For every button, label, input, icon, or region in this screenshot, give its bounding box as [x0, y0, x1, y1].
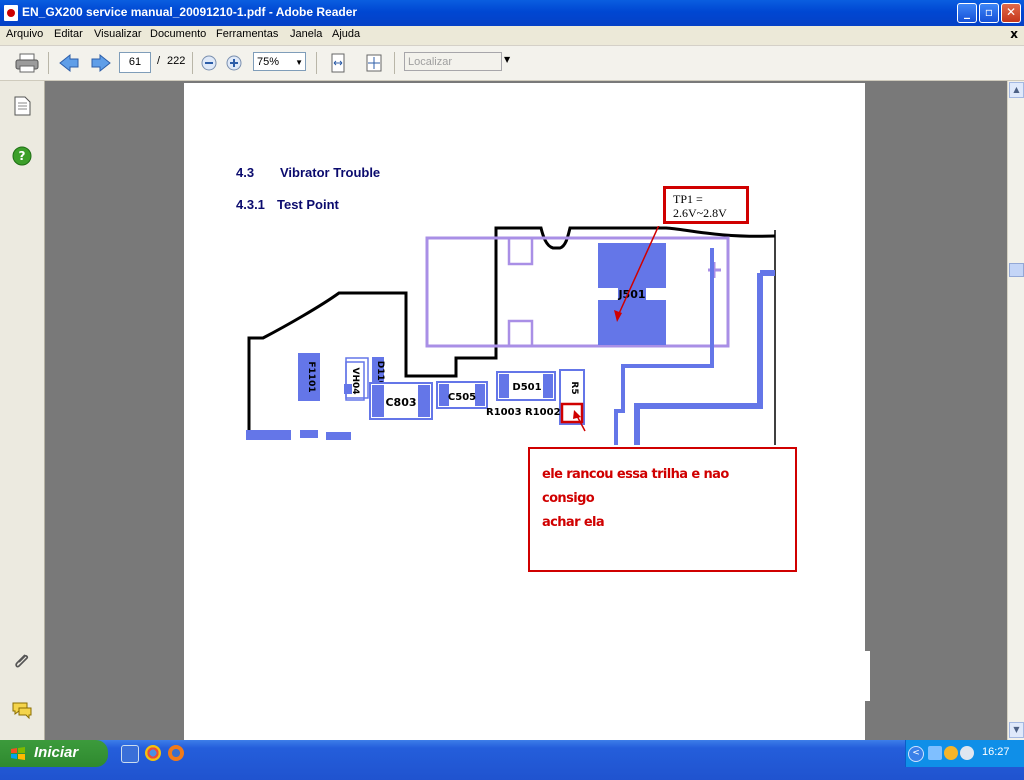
attachments-icon[interactable] — [11, 650, 33, 672]
pcb-label-c803: C803 — [385, 396, 416, 409]
volume-icon[interactable] — [960, 746, 974, 760]
section-number: 4.3 — [236, 165, 255, 180]
toolbar-separator — [316, 52, 317, 74]
menu-documento[interactable]: Documento — [150, 28, 206, 40]
section-title: Vibrator Trouble — [280, 165, 381, 180]
zoom-value: 75% — [257, 56, 280, 68]
navigation-panel: ? — [0, 81, 45, 740]
fit-width-icon[interactable] — [328, 53, 348, 73]
pcb-label-j501: J501 — [617, 288, 645, 301]
document-close-button[interactable]: x — [1010, 27, 1018, 41]
chevron-down-icon: ▼ — [295, 58, 303, 67]
start-button[interactable]: Iniciar — [0, 740, 108, 767]
scroll-down-button[interactable]: ▼ — [1009, 722, 1024, 738]
toolbar: 61 / 222 75% ▼ Localizar ▼ — [0, 46, 1024, 81]
test-point-name: TP1 = — [673, 192, 703, 206]
menu-editar[interactable]: Editar — [54, 28, 83, 40]
print-icon[interactable] — [14, 53, 40, 73]
total-pages: 222 — [167, 55, 186, 67]
test-point-label: TP1 = 2.6V~2.8V — [663, 186, 749, 224]
menu-ferramentas[interactable]: Ferramentas — [216, 28, 278, 40]
menu-bar: Arquivo Editar Visualizar Documento Ferr… — [0, 26, 1024, 46]
pcb-label-r5: R5 — [569, 381, 579, 394]
toolbar-separator — [48, 52, 49, 74]
chevron-left-icon[interactable]: < — [908, 746, 924, 762]
toolbar-separator — [394, 52, 395, 74]
annotation-note[interactable]: ele rancou essa trilha e nao consigo ach… — [528, 447, 797, 572]
zoom-in-icon[interactable] — [225, 53, 243, 73]
firefox-icon[interactable] — [168, 745, 184, 761]
chrome-icon[interactable] — [145, 745, 161, 761]
section-heading: 4.3 Vibrator Trouble — [236, 165, 380, 180]
close-button[interactable]: ✕ — [1001, 3, 1021, 23]
pcb-label-r1003: R1003 — [486, 407, 522, 418]
previous-page-icon[interactable] — [58, 53, 80, 73]
zoom-level-select[interactable]: 75% ▼ — [253, 52, 306, 71]
toolbar-separator — [192, 52, 193, 74]
search-input[interactable]: Localizar — [404, 52, 502, 71]
maximize-button[interactable]: ▫ — [979, 3, 999, 23]
system-clock: 16:27 — [982, 746, 1010, 758]
page-number-input[interactable]: 61 — [119, 52, 151, 73]
annotation-line-2: achar ela — [542, 515, 605, 530]
menu-arquivo[interactable]: Arquivo — [6, 28, 43, 40]
subsection-number: 4.3.1 — [236, 197, 265, 212]
test-point-voltage: 2.6V~2.8V — [673, 206, 727, 220]
zoom-out-icon[interactable] — [200, 53, 218, 73]
show-desktop-icon[interactable] — [121, 745, 139, 763]
subsection-title: Test Point — [277, 197, 339, 212]
vertical-scrollbar[interactable]: ▲ ▼ — [1007, 81, 1024, 740]
pages-icon[interactable] — [11, 95, 33, 117]
pdf-page: 4.3 Vibrator Trouble 4.3.1 Test Point J501… — [184, 83, 865, 780]
pcb-label-r1002: R1002 — [525, 407, 561, 418]
pcb-diagram: J501 F1101 VH04 D1102 C803 C505 D501 R5 … — [246, 226, 776, 445]
scrollbar-thumb[interactable] — [1009, 263, 1024, 277]
help-icon[interactable]: ? — [11, 145, 33, 167]
pcb-label-d501: D501 — [512, 382, 541, 393]
page-separator: / — [157, 55, 161, 67]
start-label: Iniciar — [34, 744, 79, 761]
window-title: EN_GX200 service manual_20091210-1.pdf -… — [22, 5, 358, 19]
pdf-app-icon — [4, 5, 18, 21]
menu-visualizar[interactable]: Visualizar — [94, 28, 142, 40]
fit-page-icon[interactable] — [364, 53, 384, 73]
annotation-line-1: ele rancou essa trilha e nao consigo — [542, 467, 729, 506]
pcb-label-f1101: F1101 — [306, 361, 316, 392]
subsection-heading: 4.3.1 Test Point — [236, 197, 339, 212]
update-icon[interactable] — [944, 746, 958, 760]
menu-janela[interactable]: Janela — [290, 28, 322, 40]
title-bar: EN_GX200 service manual_20091210-1.pdf -… — [0, 0, 1024, 26]
svg-text:?: ? — [19, 149, 26, 163]
minimize-button[interactable]: _ — [957, 3, 977, 23]
network-icon[interactable] — [928, 746, 942, 760]
comments-icon[interactable] — [11, 699, 33, 721]
pcb-label-c505: C505 — [448, 392, 476, 403]
next-page-icon[interactable] — [90, 53, 112, 73]
menu-ajuda[interactable]: Ajuda — [332, 28, 360, 40]
search-dropdown-icon[interactable]: ▼ — [504, 55, 510, 64]
windows-flag-icon — [11, 747, 25, 760]
scroll-up-button[interactable]: ▲ — [1009, 82, 1024, 98]
